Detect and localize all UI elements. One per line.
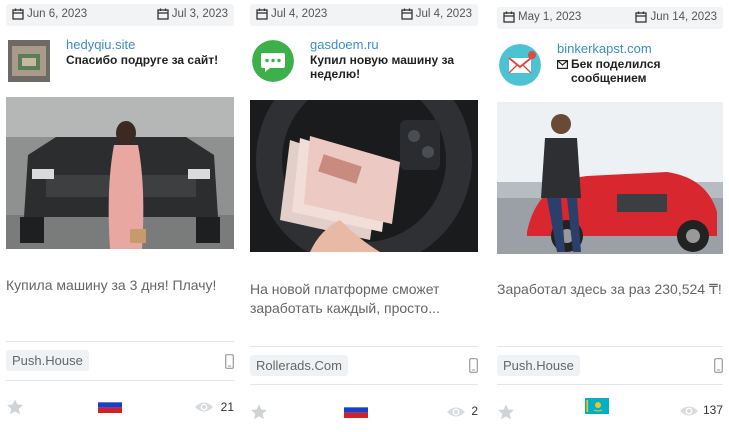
envelope-icon [557,60,568,69]
ad-image[interactable] [497,102,723,254]
calendar-icon [503,11,515,23]
ad-description: Купила машину за 3 дня! Плачу! [6,277,217,293]
ad-description: На новой платформе сможет заработать каж… [250,281,440,316]
start-date: Jun 6, 2023 [12,8,87,20]
country-flag-kz [585,398,609,414]
ad-header: gasdoem.ru Купил новую машину за неделю! [250,34,478,90]
start-date-text: Jul 4, 2023 [271,8,328,20]
views-eye-icon [195,402,213,412]
ad-title-text: Бек поделился сообщением [571,57,661,85]
ad-image[interactable] [6,97,234,249]
views-eye-icon [447,407,465,417]
end-date: Jul 4, 2023 [401,8,472,20]
ad-title: Спасибо подруге за сайт! [66,53,219,67]
start-date-text: Jun 6, 2023 [27,8,88,20]
site-link[interactable]: hedyqiu.site [66,37,135,52]
divider [497,346,723,347]
calendar-icon [157,8,169,20]
end-date-text: Jun 14, 2023 [650,11,717,23]
calendar-icon [256,8,268,20]
calendar-icon [401,8,413,20]
start-date-text: May 1, 2023 [518,11,582,23]
ad-title: Бек поделился сообщением [557,57,723,85]
network-badge[interactable]: Push.House [6,350,89,371]
calendar-icon [635,11,648,23]
end-date: Jun 14, 2023 [635,11,717,23]
ad-header: binkerkapst.com Бек поделился сообщением [497,38,723,94]
favorite-star-icon[interactable] [6,398,24,416]
country-flag-ru [344,402,368,418]
calendar-icon [12,8,24,20]
favorite-star-icon[interactable] [497,403,515,421]
divider [250,346,478,347]
views-count: 2 [471,404,478,418]
divider [250,384,478,385]
ad-card-2[interactable]: Jul 4, 2023 Jul 4, 2023 gasdoem.ru Купил… [250,0,478,432]
mobile-device-icon [714,358,723,373]
ad-card-1[interactable]: Jun 6, 2023 Jul 3, 2023 hedyqiu.site Спа… [6,0,234,432]
date-range-bar: May 1, 2023 Jun 14, 2023 [497,7,723,29]
mobile-device-icon [225,354,234,369]
views-count: 137 [702,403,723,417]
end-date-text: Jul 3, 2023 [171,8,228,20]
date-range-bar: Jul 4, 2023 Jul 4, 2023 [250,4,478,26]
ad-image[interactable] [250,100,478,252]
site-link[interactable]: gasdoem.ru [310,37,379,52]
favorite-star-icon[interactable] [250,403,268,421]
views-count: 21 [220,400,234,414]
mail-icon [499,44,541,86]
ad-card-3[interactable]: May 1, 2023 Jun 14, 2023 binkerkapst.com… [497,0,723,432]
chat-bubble-icon [252,40,294,82]
views-eye-icon [680,406,698,416]
start-date: May 1, 2023 [503,11,581,23]
date-range-bar: Jun 6, 2023 Jul 3, 2023 [6,4,234,26]
ad-description: Заработал здесь за раз 230,524 ₸! [497,281,722,297]
divider [6,380,234,381]
ad-header: hedyqiu.site Спасибо подруге за сайт! [6,34,234,90]
divider [6,341,234,342]
network-badge[interactable]: Rollerads.Com [250,355,348,376]
divider [497,384,723,385]
network-badge[interactable]: Push.House [497,355,580,376]
photo-avatar [8,40,50,82]
end-date-text: Jul 4, 2023 [415,8,472,20]
mobile-device-icon [469,358,478,373]
site-link[interactable]: binkerkapst.com [557,41,652,56]
country-flag-ru [98,397,122,413]
end-date: Jul 3, 2023 [157,8,228,20]
ad-title: Купил новую машину за неделю! [310,53,454,81]
start-date: Jul 4, 2023 [256,8,327,20]
